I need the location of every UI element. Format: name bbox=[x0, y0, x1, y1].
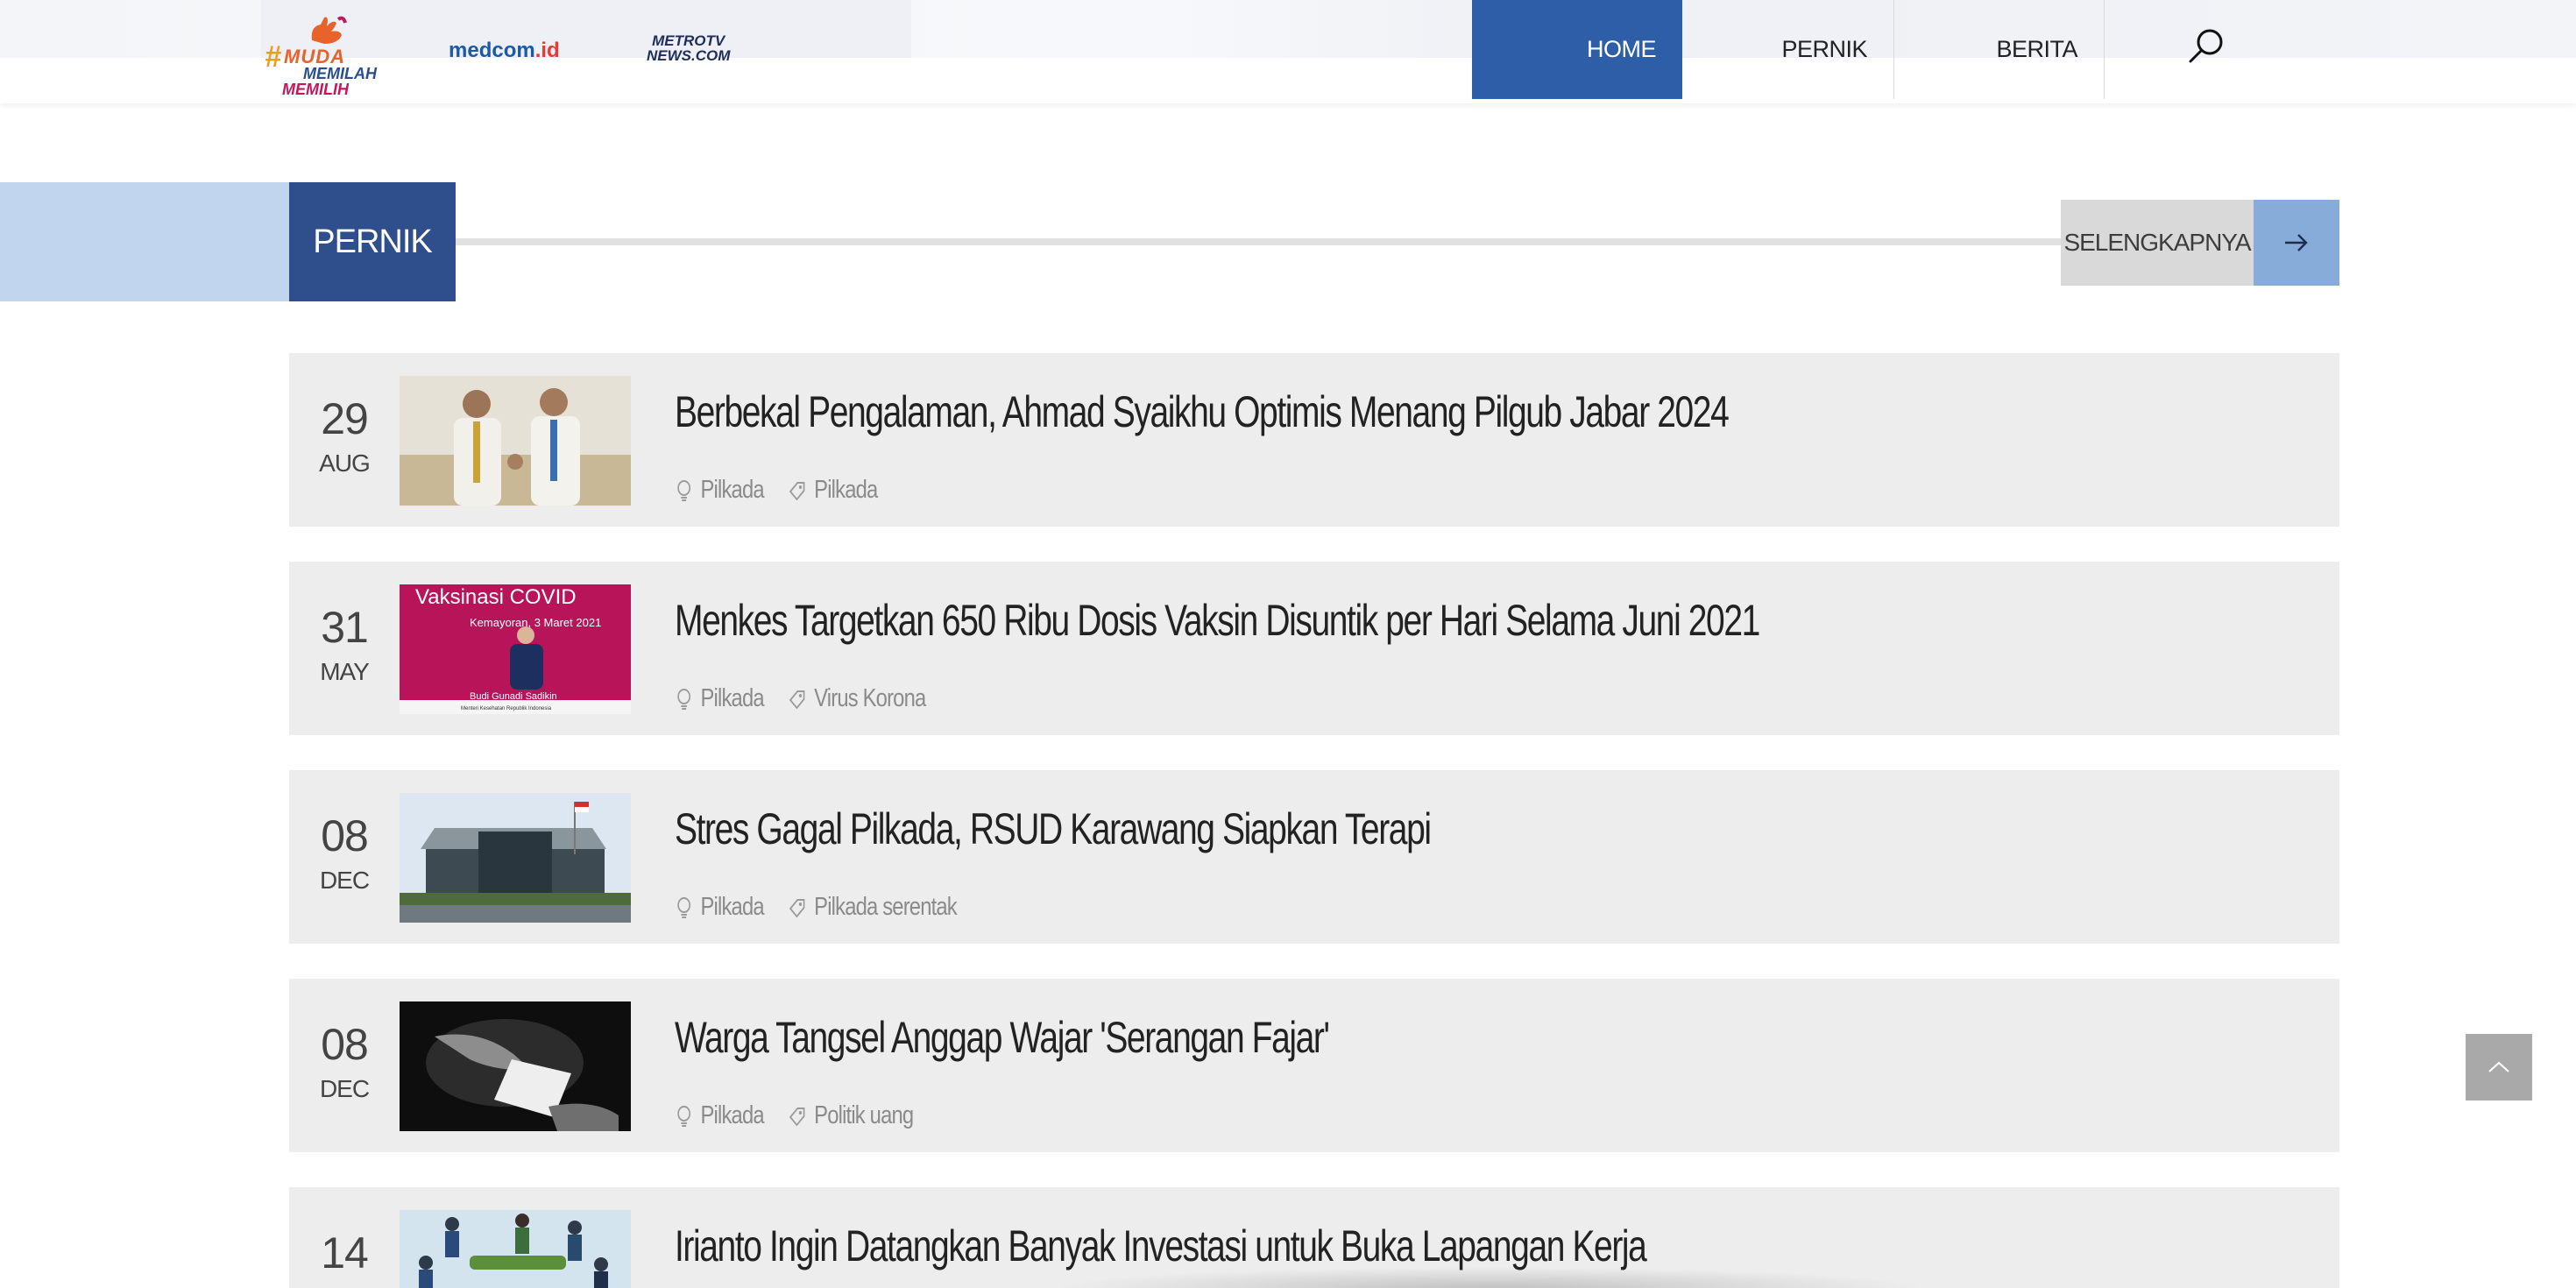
lightbulb-icon bbox=[677, 688, 691, 710]
article-title[interactable]: Berbekal Pengalaman, Ahmad Syaikhu Optim… bbox=[675, 386, 1730, 437]
arrow-right-icon bbox=[2285, 234, 2308, 251]
article-meta: Pilkada Politik uang bbox=[675, 1101, 914, 1130]
tag-icon bbox=[789, 481, 805, 500]
article-tag[interactable]: Politik uang bbox=[814, 1101, 914, 1130]
article-date-day: 29 bbox=[321, 394, 369, 443]
medcom-logo-main: medcom bbox=[449, 39, 535, 62]
article-card[interactable]: 29 AUG Berbekal Pengalaman, Ahmad Syaikh… bbox=[289, 353, 2339, 527]
article-date-day: 31 bbox=[321, 603, 369, 652]
see-more-arrow-button[interactable] bbox=[2254, 200, 2339, 286]
article-category[interactable]: Pilkada bbox=[701, 893, 765, 922]
bottom-shadow bbox=[1051, 1267, 1928, 1288]
metrotv-logo-line1: METROTV bbox=[652, 32, 725, 49]
section-divider bbox=[456, 238, 2061, 245]
section-title: PERNIK bbox=[289, 182, 456, 301]
article-date-month: MAY bbox=[320, 658, 370, 685]
article-category[interactable]: Pilkada bbox=[701, 1101, 765, 1130]
photo-business-people-icon bbox=[400, 1210, 631, 1288]
photo-hospital-building-icon bbox=[400, 793, 631, 923]
article-card[interactable]: 08 DEC Warga Tangsel Anggap Wajar 'Seran… bbox=[289, 979, 2339, 1152]
chevron-up-icon bbox=[2488, 1061, 2509, 1072]
article-meta: Pilkada Virus Korona bbox=[675, 684, 926, 713]
nav-berita[interactable]: BERITA bbox=[1894, 0, 2105, 99]
thumb-caption2-text: Menteri Kesehatan Republik Indonesia bbox=[461, 706, 552, 711]
article-thumbnail[interactable] bbox=[400, 793, 631, 923]
article-date-day: 08 bbox=[321, 1020, 369, 1069]
lightbulb-icon bbox=[677, 896, 691, 918]
medcom-logo-suffix: .id bbox=[534, 39, 560, 62]
lightbulb-icon bbox=[677, 1105, 691, 1127]
photo-hands-envelope-icon bbox=[400, 1001, 631, 1131]
article-card[interactable]: 31 MAY Vaksinasi COVID Kemayoran, 3 Mare… bbox=[289, 562, 2339, 735]
photo-two-men-icon bbox=[400, 376, 631, 506]
article-title[interactable]: Warga Tangsel Anggap Wajar 'Serangan Faj… bbox=[675, 1012, 1330, 1063]
thumb-banner-text: Vaksinasi COVID bbox=[415, 585, 577, 609]
article-title[interactable]: Irianto Ingin Datangkan Banyak Investasi… bbox=[675, 1221, 1647, 1271]
article-date-month: DEC bbox=[319, 867, 370, 894]
article-meta: Pilkada Pilkada bbox=[675, 476, 878, 505]
article-title[interactable]: Stres Gagal Pilkada, RSUD Karawang Siapk… bbox=[675, 803, 1432, 854]
metrotv-logo-line2: NEWS.COM bbox=[647, 47, 731, 64]
article-card[interactable]: 08 DEC Stres Gagal Pilkada, RSUD Karawan… bbox=[289, 770, 2339, 944]
hand-logo-icon bbox=[311, 16, 347, 44]
lightbulb-icon bbox=[677, 479, 691, 501]
article-date-month: DEC bbox=[319, 1075, 370, 1102]
search-icon[interactable] bbox=[2187, 26, 2226, 65]
tag-icon bbox=[789, 690, 805, 709]
article-meta: Pilkada Pilkada serentak bbox=[675, 893, 958, 922]
tag-icon bbox=[789, 1107, 805, 1126]
article-thumbnail[interactable] bbox=[400, 1210, 631, 1288]
section-accent-band bbox=[0, 182, 289, 301]
article-date-day: 08 bbox=[321, 811, 369, 860]
article-tag[interactable]: Pilkada serentak bbox=[814, 893, 958, 922]
see-more-button[interactable]: SELENGKAPNYA bbox=[2061, 200, 2254, 286]
scroll-to-top-button[interactable] bbox=[2466, 1034, 2532, 1100]
photo-vaccination-event-icon: Vaksinasi COVID Kemayoran, 3 Maret 2021 … bbox=[400, 584, 631, 714]
article-thumbnail[interactable] bbox=[400, 1001, 631, 1131]
article-thumbnail[interactable] bbox=[400, 376, 631, 506]
metrotvnews-logo[interactable]: METROTV NEWS.COM bbox=[647, 33, 730, 63]
article-category[interactable]: Pilkada bbox=[701, 684, 765, 713]
tag-icon bbox=[789, 898, 805, 917]
article-date-month: AUG bbox=[319, 449, 371, 477]
muda-memilah-memilih-logo[interactable]: # MUDA MEMILAH MEMILIH bbox=[263, 14, 377, 98]
logo-word-memilih: MEMILIH bbox=[282, 81, 349, 98]
medcom-logo[interactable]: medcom.id bbox=[449, 39, 560, 63]
article-category[interactable]: Pilkada bbox=[701, 476, 765, 505]
nav-pernik[interactable]: PERNIK bbox=[1682, 0, 1894, 99]
article-tag[interactable]: Pilkada bbox=[814, 476, 878, 505]
article-title[interactable]: Menkes Targetkan 650 Ribu Dosis Vaksin D… bbox=[675, 595, 1760, 646]
logo-hash: # bbox=[265, 40, 281, 74]
thumb-caption-text: Budi Gunadi Sadikin bbox=[470, 691, 557, 702]
article-thumbnail[interactable]: Vaksinasi COVID Kemayoran, 3 Maret 2021 … bbox=[400, 584, 631, 714]
article-tag[interactable]: Virus Korona bbox=[814, 684, 926, 713]
thumb-sub-text: Kemayoran, 3 Maret 2021 bbox=[470, 616, 601, 629]
article-date-day: 14 bbox=[321, 1228, 369, 1277]
nav-home[interactable]: HOME bbox=[1472, 0, 1682, 99]
